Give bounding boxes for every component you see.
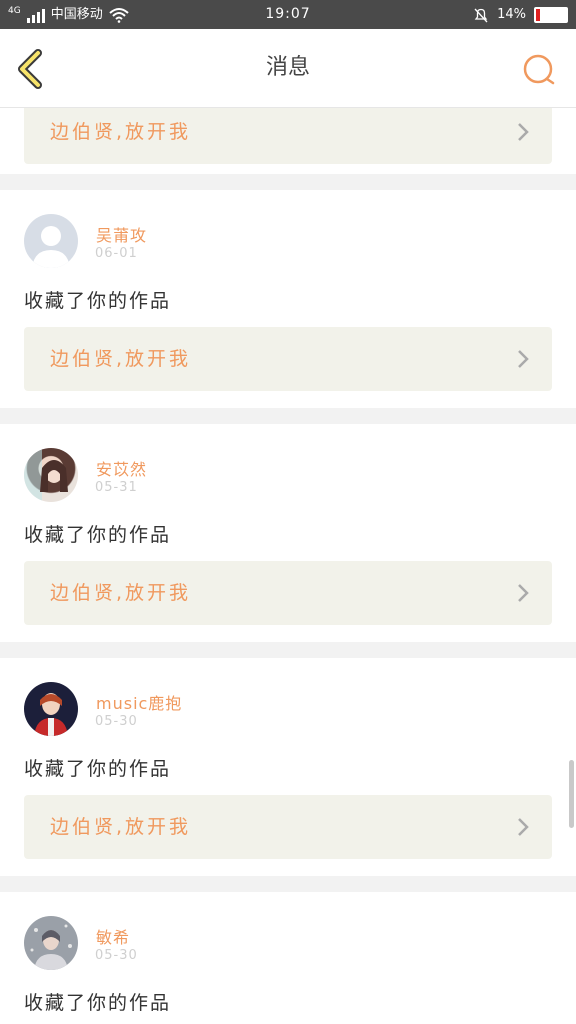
page-title: 消息: [265, 55, 310, 80]
list-item: 敏希 05-30 收藏了你的作品: [0, 892, 576, 1024]
user-photo-icon: [30, 924, 72, 970]
username[interactable]: music鹿抱: [96, 690, 182, 714]
work-link[interactable]: 边伯贤,放开我: [24, 327, 552, 391]
status-right: 14%: [473, 0, 568, 29]
avatar[interactable]: [24, 214, 78, 268]
default-avatar-icon: [32, 226, 70, 268]
work-title: 边伯贤,放开我: [50, 348, 192, 370]
work-link[interactable]: 边伯贤,放开我: [24, 561, 552, 625]
list-item: 边伯贤,放开我: [0, 108, 576, 174]
username[interactable]: 吴莆攻: [96, 222, 147, 246]
battery-percent: 14%: [497, 7, 526, 22]
chevron-right-icon: [518, 584, 529, 602]
work-link[interactable]: 边伯贤,放开我: [24, 795, 552, 859]
work-title: 边伯贤,放开我: [50, 121, 192, 143]
username[interactable]: 安苡然: [96, 456, 147, 480]
chevron-right-icon: [518, 818, 529, 836]
header: 消息: [0, 29, 576, 108]
action-text: 收藏了你的作品: [24, 758, 172, 780]
user-photo-icon: [24, 448, 68, 502]
action-text: 收藏了你的作品: [24, 290, 172, 312]
avatar[interactable]: [24, 916, 78, 970]
battery-icon: [534, 6, 568, 23]
action-text: 收藏了你的作品: [24, 524, 172, 546]
username[interactable]: 敏希: [96, 924, 130, 948]
list-item: 安苡然 05-31 收藏了你的作品 边伯贤,放开我: [0, 424, 576, 642]
scrollbar[interactable]: [569, 760, 574, 828]
work-title: 边伯贤,放开我: [50, 816, 192, 838]
work-link[interactable]: 边伯贤,放开我: [24, 108, 552, 164]
chevron-right-icon: [518, 350, 529, 368]
mute-bell-icon: [474, 8, 488, 22]
search-button[interactable]: [522, 53, 556, 87]
timestamp: 05-30: [95, 948, 138, 963]
list-item: music鹿抱 05-30 收藏了你的作品 边伯贤,放开我: [0, 658, 576, 876]
battery-level: [536, 8, 541, 21]
timestamp: 05-30: [95, 714, 138, 729]
work-title: 边伯贤,放开我: [50, 582, 192, 604]
chevron-right-icon: [518, 123, 529, 141]
avatar[interactable]: [24, 448, 78, 502]
timestamp: 05-31: [95, 480, 138, 495]
message-list[interactable]: 边伯贤,放开我 吴莆攻 06-01 收藏了你的作品 边伯贤,放开我 安苡然 05…: [0, 108, 576, 1024]
list-item: 吴莆攻 06-01 收藏了你的作品 边伯贤,放开我: [0, 190, 576, 408]
action-text: 收藏了你的作品: [24, 992, 172, 1014]
timestamp: 06-01: [95, 246, 138, 261]
user-photo-icon: [34, 693, 68, 736]
avatar[interactable]: [24, 682, 78, 736]
status-bar: 4G 中国移动 19:07 14%: [0, 0, 576, 29]
